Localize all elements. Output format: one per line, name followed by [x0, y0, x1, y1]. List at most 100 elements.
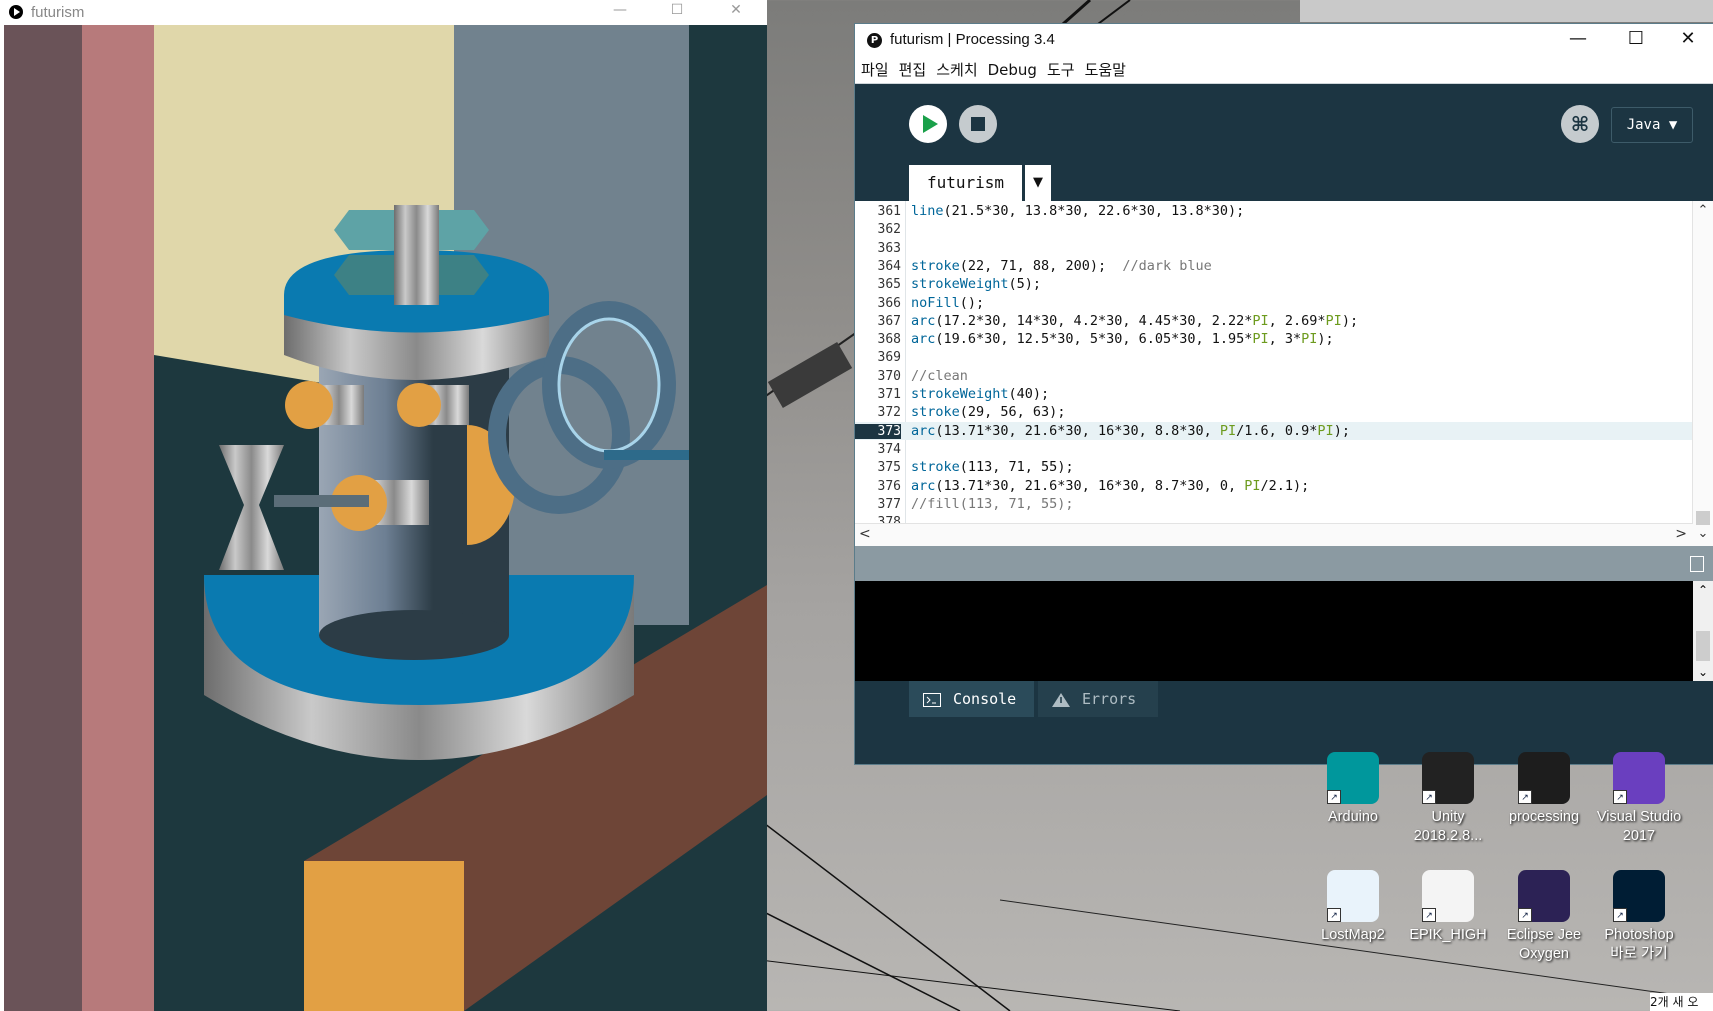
code-line[interactable]: 373 arc(13.71*30, 21.6*30, 16*30, 8.8*30,…	[855, 421, 1693, 440]
code-editor[interactable]: 361 line(21.5*30, 13.8*30, 22.6*30, 13.8*…	[855, 201, 1713, 546]
eclipse-icon: ↗	[1518, 870, 1570, 922]
menu-edit[interactable]: 편집	[899, 59, 927, 80]
processing-ide-window[interactable]: P futurism | Processing 3.4 — ☐ ✕ 파일 편집 …	[855, 24, 1713, 764]
code-text[interactable]: stroke(113, 71, 55);	[911, 459, 1074, 475]
lostmap-icon: ↗	[1327, 870, 1379, 922]
desktop-icon-lostmap[interactable]: ↗ LostMap2	[1310, 870, 1396, 945]
code-line[interactable]: 361 line(21.5*30, 13.8*30, 22.6*30, 13.8*…	[855, 202, 1693, 220]
scroll-thumb[interactable]	[1696, 511, 1710, 525]
code-text[interactable]: arc(13.71*30, 21.6*30, 16*30, 8.7*30, 0,…	[911, 478, 1309, 494]
desktop-icon-epik-high[interactable]: ↗ EPIK_HIGH	[1405, 870, 1491, 945]
mode-selector[interactable]: Java ▼	[1611, 107, 1693, 143]
desktop-icon-photoshop[interactable]: ↗ Photoshop 바로 가기	[1596, 870, 1682, 964]
code-line[interactable]: 374	[855, 440, 1693, 458]
code-line[interactable]: 366 noFill();	[855, 294, 1693, 312]
ide-toolbar: ⌘ Java ▼	[855, 85, 1713, 165]
code-line[interactable]: 372 stroke(29, 56, 63);	[855, 403, 1693, 421]
sketch-window[interactable]: futurism — ☐ ✕	[0, 0, 767, 1011]
sketch-close-button[interactable]: ✕	[716, 0, 756, 24]
sketch-tab-strip: futurism ▼	[855, 165, 1713, 201]
ide-titlebar[interactable]: P futurism | Processing 3.4 — ☐ ✕	[855, 24, 1713, 56]
desktop-icon-visual-studio[interactable]: ↗ Visual Studio 2017	[1596, 752, 1682, 846]
code-line[interactable]: 371 strokeWeight(40);	[855, 385, 1693, 403]
debugger-button[interactable]: ⌘	[1561, 105, 1599, 143]
tab-menu-button[interactable]: ▼	[1025, 165, 1051, 201]
sketch-canvas	[4, 25, 767, 1011]
code-line[interactable]: 365 strokeWeight(5);	[855, 275, 1693, 293]
tab-errors[interactable]: Errors	[1038, 681, 1158, 717]
code-text[interactable]: //clean	[911, 368, 968, 384]
scroll-up-icon[interactable]: ⌃	[1693, 203, 1713, 221]
code-text[interactable]: strokeWeight(40);	[911, 386, 1049, 402]
desktop-icon-unity[interactable]: ↗ Unity 2018.2.8...	[1405, 752, 1491, 846]
code-line[interactable]: 362	[855, 220, 1693, 238]
menu-tools[interactable]: 도구	[1047, 59, 1075, 80]
arduino-icon: ↗	[1327, 752, 1379, 804]
desktop-icon-label: LostMap2	[1321, 927, 1385, 943]
code-line[interactable]: 377 //fill(113, 71, 55);	[855, 495, 1693, 513]
console-scrollbar[interactable]: ⌃ ⌄	[1693, 581, 1713, 681]
ide-maximize-button[interactable]: ☐	[1607, 24, 1665, 56]
desktop-icon-eclipse[interactable]: ↗ Eclipse Jee Oxygen	[1501, 870, 1587, 964]
line-number: 372	[877, 405, 901, 421]
line-number: 374	[877, 441, 901, 457]
tab-futurism[interactable]: futurism	[909, 165, 1022, 201]
editor-vertical-scrollbar[interactable]: ⌃ ⌄	[1692, 201, 1713, 546]
scroll-down-icon[interactable]: ⌄	[1693, 526, 1713, 544]
code-text[interactable]: arc(17.2*30, 14*30, 4.2*30, 4.45*30, 2.2…	[911, 313, 1358, 329]
console-scroll-up-icon[interactable]: ⌃	[1693, 583, 1713, 597]
desktop-icon-label: Unity 2018.2.8...	[1413, 809, 1483, 844]
code-line[interactable]: 364 stroke(22, 71, 88, 200); //dark blue	[855, 257, 1693, 275]
code-text[interactable]: stroke(29, 56, 63);	[911, 404, 1065, 420]
console-tab-bar: Console Errors	[855, 681, 1713, 731]
code-line[interactable]: 363	[855, 239, 1693, 257]
run-button[interactable]	[909, 105, 947, 143]
line-number: 367	[877, 313, 901, 329]
code-text[interactable]: line(21.5*30, 13.8*30, 22.6*30, 13.8*30)…	[911, 203, 1244, 219]
sketch-maximize-button[interactable]: ☐	[657, 0, 697, 24]
visual-studio-icon: ↗	[1613, 752, 1665, 804]
stop-button[interactable]	[959, 105, 997, 143]
line-number: 368	[877, 332, 901, 348]
code-text[interactable]: arc(19.6*30, 12.5*30, 5*30, 6.05*30, 1.9…	[911, 331, 1334, 347]
code-line[interactable]: 368 arc(19.6*30, 12.5*30, 5*30, 6.05*30, …	[855, 330, 1693, 348]
code-line[interactable]: 375 stroke(113, 71, 55);	[855, 458, 1693, 476]
scroll-right-icon[interactable]: >	[1675, 526, 1687, 542]
scroll-left-icon[interactable]: <	[859, 526, 871, 542]
tab-console[interactable]: Console	[909, 681, 1034, 717]
menu-bar: 파일 편집 스케치 Debug 도구 도움말	[855, 56, 1713, 84]
code-line[interactable]: 376 arc(13.71*30, 21.6*30, 16*30, 8.7*30,…	[855, 477, 1693, 495]
line-number: 366	[877, 295, 901, 311]
line-number: 373	[855, 423, 901, 439]
code-line[interactable]: 369	[855, 348, 1693, 366]
code-line[interactable]: 367 arc(17.2*30, 14*30, 4.2*30, 4.45*30, …	[855, 312, 1693, 330]
copy-icon[interactable]	[1690, 556, 1704, 572]
console-scroll-down-icon[interactable]: ⌄	[1693, 665, 1713, 679]
code-text[interactable]: strokeWeight(5);	[911, 276, 1041, 292]
code-line[interactable]: 370 //clean	[855, 367, 1693, 385]
menu-sketch[interactable]: 스케치	[936, 59, 977, 80]
code-text[interactable]: stroke(22, 71, 88, 200); //dark blue	[911, 258, 1212, 274]
ide-title: futurism | Processing 3.4	[890, 31, 1055, 48]
menu-debug[interactable]: Debug	[988, 61, 1037, 79]
sketch-titlebar[interactable]: futurism — ☐ ✕	[0, 0, 767, 24]
shortcut-arrow-icon: ↗	[1327, 908, 1341, 922]
ide-close-button[interactable]: ✕	[1659, 24, 1713, 56]
code-text[interactable]: //fill(113, 71, 55);	[911, 496, 1074, 512]
console-output[interactable]	[855, 581, 1693, 681]
desktop-icon-label: EPIK_HIGH	[1409, 927, 1487, 943]
line-number: 361	[877, 204, 901, 219]
code-text[interactable]: arc(13.71*30, 21.6*30, 16*30, 8.8*30, PI…	[911, 423, 1350, 439]
line-number: 369	[877, 350, 901, 366]
editor-horizontal-scrollbar[interactable]: < >	[855, 523, 1693, 546]
console-scroll-thumb[interactable]	[1696, 631, 1710, 661]
photoshop-icon: ↗	[1613, 870, 1665, 922]
code-text[interactable]: noFill();	[911, 295, 984, 311]
menu-file[interactable]: 파일	[861, 59, 889, 80]
ide-minimize-button[interactable]: —	[1549, 24, 1607, 56]
menu-help[interactable]: 도움말	[1085, 59, 1126, 80]
desktop-icon-arduino[interactable]: ↗ Arduino	[1310, 752, 1396, 827]
desktop-icon-processing[interactable]: ↗ processing	[1501, 752, 1587, 827]
tab-console-label: Console	[953, 690, 1017, 708]
sketch-minimize-button[interactable]: —	[600, 0, 640, 24]
